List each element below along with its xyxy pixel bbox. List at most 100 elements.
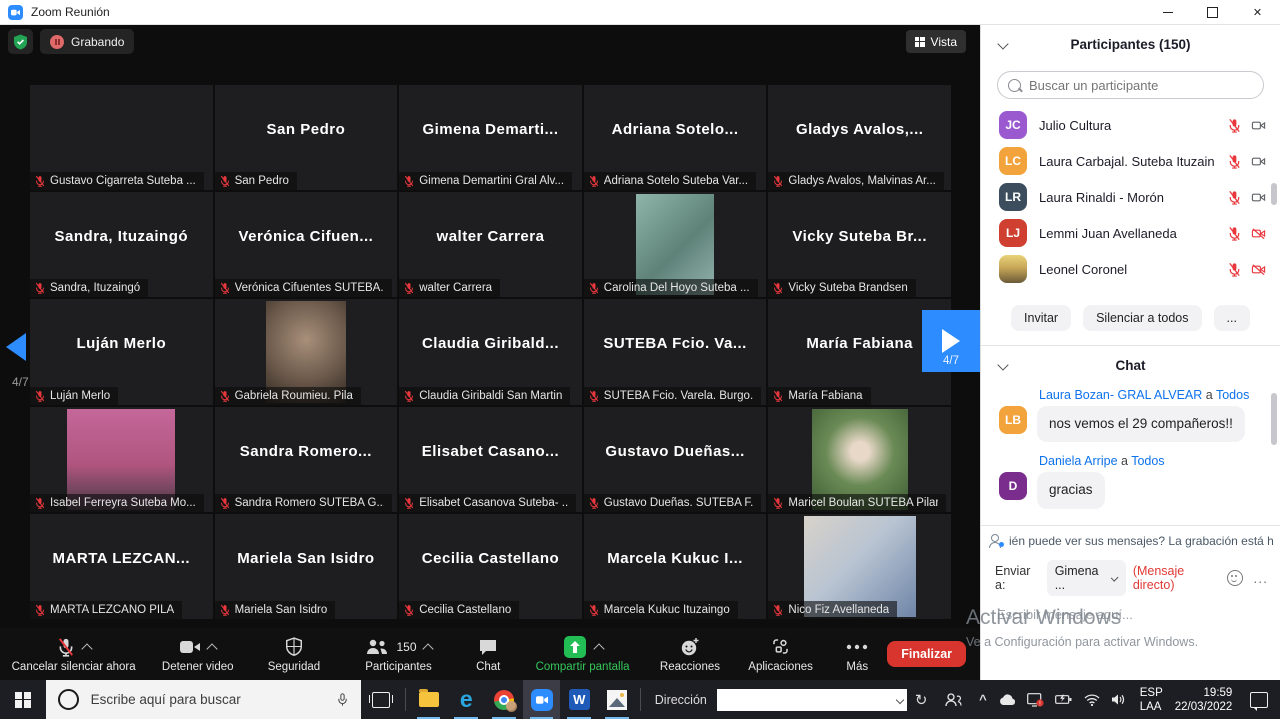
- video-tile[interactable]: San PedroSan Pedro: [215, 85, 398, 190]
- apps-button[interactable]: Aplicaciones: [734, 628, 827, 680]
- video-tile[interactable]: Gimena Demarti...Gimena Demartini Gral A…: [399, 85, 582, 190]
- taskbar-edge[interactable]: e: [447, 680, 485, 719]
- emoji-button[interactable]: [1227, 570, 1243, 586]
- hidden-icons-chevron-icon[interactable]: ^: [979, 692, 987, 707]
- participant-row[interactable]: LJ Lemmi Juan Avellaneda: [981, 215, 1280, 251]
- maximize-button[interactable]: [1190, 0, 1235, 24]
- video-tile[interactable]: Claudia Giribald...Claudia Giribaldi San…: [399, 299, 582, 404]
- taskbar-photos[interactable]: [598, 680, 636, 719]
- taskbar-people-button[interactable]: [935, 680, 971, 719]
- address-input[interactable]: [721, 692, 897, 708]
- search-mic-icon[interactable]: [336, 691, 349, 708]
- video-tile[interactable]: Verónica Cifuen...Verónica Cifuentes SUT…: [215, 192, 398, 297]
- share-options-caret[interactable]: [593, 643, 604, 654]
- taskbar-search[interactable]: [46, 680, 362, 719]
- wifi-icon[interactable]: [1084, 694, 1100, 706]
- avatar: LR: [999, 183, 1027, 211]
- refresh-icon[interactable]: ↻: [907, 691, 936, 709]
- end-meeting-button[interactable]: Finalizar: [887, 641, 966, 667]
- language-indicator[interactable]: ESPLAA: [1134, 680, 1169, 719]
- message-to-prefix: a: [1121, 454, 1128, 468]
- chat-scrollbar[interactable]: [1271, 393, 1277, 445]
- speaker-icon[interactable]: [1111, 693, 1126, 706]
- mic-muted-icon: [588, 497, 600, 509]
- video-tile[interactable]: Carolina Del Hoyo Suteba ...: [584, 192, 767, 297]
- onedrive-cloud-icon[interactable]: [998, 694, 1016, 706]
- video-tile[interactable]: Vicky Suteba Br...Vicky Suteba Brandsen: [768, 192, 951, 297]
- taskbar-zoom[interactable]: [523, 680, 561, 719]
- unmute-button[interactable]: Cancelar silenciar ahora: [0, 628, 147, 680]
- video-tile[interactable]: MARTA LEZCAN...MARTA LEZCANO PILA: [30, 514, 213, 619]
- video-tile[interactable]: Sandra Romero...Sandra Romero SUTEBA G..…: [215, 407, 398, 512]
- minimize-button[interactable]: [1145, 0, 1190, 24]
- collapse-chat-chevron-icon[interactable]: [997, 359, 1008, 370]
- participant-row[interactable]: JC Julio Cultura: [981, 107, 1280, 143]
- tile-name-label: Cecilia Castellano: [419, 604, 511, 616]
- participants-button[interactable]: 150 Participantes: [340, 628, 458, 680]
- invite-button[interactable]: Invitar: [1011, 305, 1071, 331]
- video-tile[interactable]: Gladys Avalos,...Gladys Avalos, Malvinas…: [768, 85, 951, 190]
- view-button[interactable]: Vista: [906, 30, 966, 53]
- display-alert-icon[interactable]: !: [1027, 693, 1044, 707]
- video-tile[interactable]: Cecilia CastellanoCecilia Castellano: [399, 514, 582, 619]
- taskbar-chrome[interactable]: [485, 680, 523, 719]
- tile-name-label: Luján Merlo: [50, 390, 110, 402]
- video-tile[interactable]: Nico Fiz Avellaneda: [768, 514, 951, 619]
- participant-row[interactable]: LR Laura Rinaldi - Morón: [981, 179, 1280, 215]
- participant-search[interactable]: [997, 71, 1264, 99]
- more-button[interactable]: Más: [827, 628, 887, 680]
- taskbar-word[interactable]: W: [560, 680, 598, 719]
- participants-scrollbar[interactable]: [1271, 183, 1277, 205]
- video-tile[interactable]: Marcela Kukuc I...Marcela Kukuc Ituzaing…: [584, 514, 767, 619]
- video-tile[interactable]: Mariela San IsidroMariela San Isidro: [215, 514, 398, 619]
- video-tile[interactable]: Gustavo Dueñas...Gustavo Dueñas. SUTEBA …: [584, 407, 767, 512]
- battery-icon[interactable]: [1055, 694, 1073, 705]
- chat-message-input[interactable]: [995, 606, 1249, 623]
- chat-more-button[interactable]: ...: [1253, 570, 1268, 586]
- reactions-button[interactable]: Reacciones: [646, 628, 734, 680]
- address-input-box[interactable]: [717, 689, 907, 711]
- security-shield-icon[interactable]: [8, 29, 33, 54]
- video-tile[interactable]: Isabel Ferreyra Suteba Mo...: [30, 407, 213, 512]
- task-view-button[interactable]: [361, 680, 401, 719]
- video-tile[interactable]: Luján MerloLuján Merlo: [30, 299, 213, 404]
- start-button[interactable]: [0, 680, 46, 719]
- security-button[interactable]: Seguridad: [248, 628, 340, 680]
- clock[interactable]: 19:5922/03/2022: [1169, 680, 1239, 719]
- previous-page-button[interactable]: 4/7: [6, 333, 32, 389]
- participants-count: 150: [396, 640, 416, 654]
- share-screen-button[interactable]: Compartir pantalla: [519, 628, 646, 680]
- stop-video-button[interactable]: Detener video: [147, 628, 248, 680]
- view-button-label: Vista: [931, 35, 957, 49]
- action-center-button[interactable]: [1238, 680, 1280, 719]
- taskbar-file-explorer[interactable]: [410, 680, 448, 719]
- search-input[interactable]: [1027, 77, 1253, 94]
- video-tile[interactable]: walter Carrerawalter Carrera: [399, 192, 582, 297]
- video-tile[interactable]: Gabriela Roumieu. Pila: [215, 299, 398, 404]
- video-tile[interactable]: Elisabet Casano...Elisabet Casanova Sute…: [399, 407, 582, 512]
- participants-more-button[interactable]: ...: [1214, 305, 1250, 331]
- video-options-caret[interactable]: [207, 643, 218, 654]
- video-tile[interactable]: Maricel Boulan SUTEBA Pilar: [768, 407, 951, 512]
- video-tile[interactable]: Adriana Sotelo...Adriana Sotelo Suteba V…: [584, 85, 767, 190]
- video-tile[interactable]: Sandra, ItuzaingóSandra, Ituzaingó: [30, 192, 213, 297]
- privacy-notice-text: ién puede ver sus mensajes? La grabación…: [1009, 534, 1274, 548]
- avatar: LB: [999, 406, 1027, 434]
- close-button[interactable]: ✕: [1235, 0, 1280, 24]
- mic-muted-icon: [588, 604, 600, 616]
- next-page-button[interactable]: 4/7: [922, 310, 980, 372]
- collapse-participants-chevron-icon[interactable]: [997, 38, 1008, 49]
- taskbar-search-input[interactable]: [89, 691, 327, 708]
- video-tile[interactable]: SUTEBA Fcio. Va...SUTEBA Fcio. Varela. B…: [584, 299, 767, 404]
- participant-row[interactable]: LC Laura Carbajal. Suteba Ituzaingó: [981, 143, 1280, 179]
- grid-view-icon: [915, 37, 925, 47]
- recording-indicator[interactable]: Grabando: [40, 29, 134, 54]
- participant-row[interactable]: Leonel Coronel: [981, 251, 1280, 287]
- tile-name-label: Gladys Avalos, Malvinas Ar...: [788, 175, 935, 187]
- recipient-dropdown[interactable]: Gimena ...: [1047, 560, 1126, 596]
- video-tile[interactable]: Gustavo Cigarreta Suteba ...: [30, 85, 213, 190]
- participants-options-caret[interactable]: [422, 643, 433, 654]
- chat-button[interactable]: Chat: [457, 628, 519, 680]
- mute-all-button[interactable]: Silenciar a todos: [1083, 305, 1201, 331]
- audio-options-caret[interactable]: [81, 643, 92, 654]
